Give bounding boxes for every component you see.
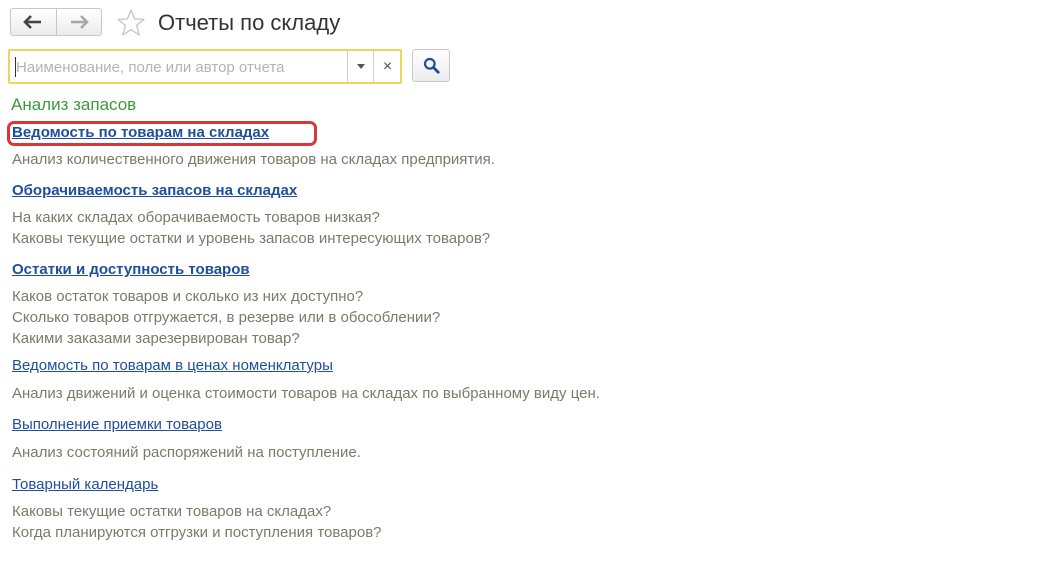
report-description-line: Анализ количественного движения товаров …	[12, 151, 495, 168]
report-description-line: Сколько товаров отгружается, в резерве и…	[12, 309, 441, 326]
report-link-goods-calendar[interactable]: Товарный календарь	[12, 476, 158, 493]
search-input[interactable]	[16, 56, 336, 78]
forward-button[interactable]	[55, 9, 102, 35]
chevron-down-icon	[356, 64, 365, 69]
report-description-line: Когда планируются отгрузки и поступления…	[12, 524, 382, 541]
search-history-dropdown[interactable]	[347, 51, 373, 82]
report-link-stock-availability[interactable]: Остатки и доступность товаров	[12, 261, 250, 278]
favorite-star-button[interactable]	[116, 8, 146, 38]
report-description: Каков остаток товаров и сколько из них д…	[12, 286, 440, 349]
report-description: Анализ движений и оценка стоимости товар…	[12, 383, 600, 404]
report-description-line: На каких складах оборачиваемость товаров…	[12, 209, 380, 226]
section-title: Анализ запасов	[11, 95, 137, 114]
search-field: ×	[8, 49, 402, 84]
star-icon	[117, 9, 145, 36]
search-button[interactable]	[412, 49, 450, 82]
report-link-price-statement[interactable]: Ведомость по товарам в ценах номенклатур…	[12, 357, 333, 374]
report-description-line: Анализ состояний распоряжений на поступл…	[12, 444, 361, 461]
text-cursor	[15, 57, 16, 77]
close-icon: ×	[382, 57, 393, 75]
report-description-line: Каковы текущие остатки товаров на склада…	[12, 503, 332, 520]
report-link-inventory-turnover[interactable]: Оборачиваемость запасов на складах	[12, 182, 297, 199]
back-button[interactable]	[11, 9, 56, 35]
report-description-line: Анализ движений и оценка стоимости товар…	[12, 385, 600, 402]
report-description-line: Какими заказами зарезервирован товар?	[12, 330, 300, 347]
report-description-line: Каковы текущие остатки и уровень запасов…	[12, 230, 491, 247]
arrow-right-icon	[70, 15, 89, 29]
navigation-buttons	[10, 8, 102, 36]
report-link-warehouse-statement[interactable]: Ведомость по товарам на складах	[12, 124, 269, 141]
arrow-left-icon	[23, 15, 42, 29]
search-icon	[423, 57, 440, 74]
report-description: На каких складах оборачиваемость товаров…	[12, 207, 490, 249]
report-link-receiving-execution[interactable]: Выполнение приемки товаров	[12, 416, 222, 433]
report-description: Каковы текущие остатки товаров на склада…	[12, 501, 382, 543]
report-description-line: Каков остаток товаров и сколько из них д…	[12, 288, 364, 305]
search-clear-button[interactable]: ×	[373, 51, 401, 82]
page-title: Отчеты по складу	[158, 10, 341, 35]
report-description: Анализ состояний распоряжений на поступл…	[12, 442, 361, 463]
report-description: Анализ количественного движения товаров …	[12, 149, 495, 170]
